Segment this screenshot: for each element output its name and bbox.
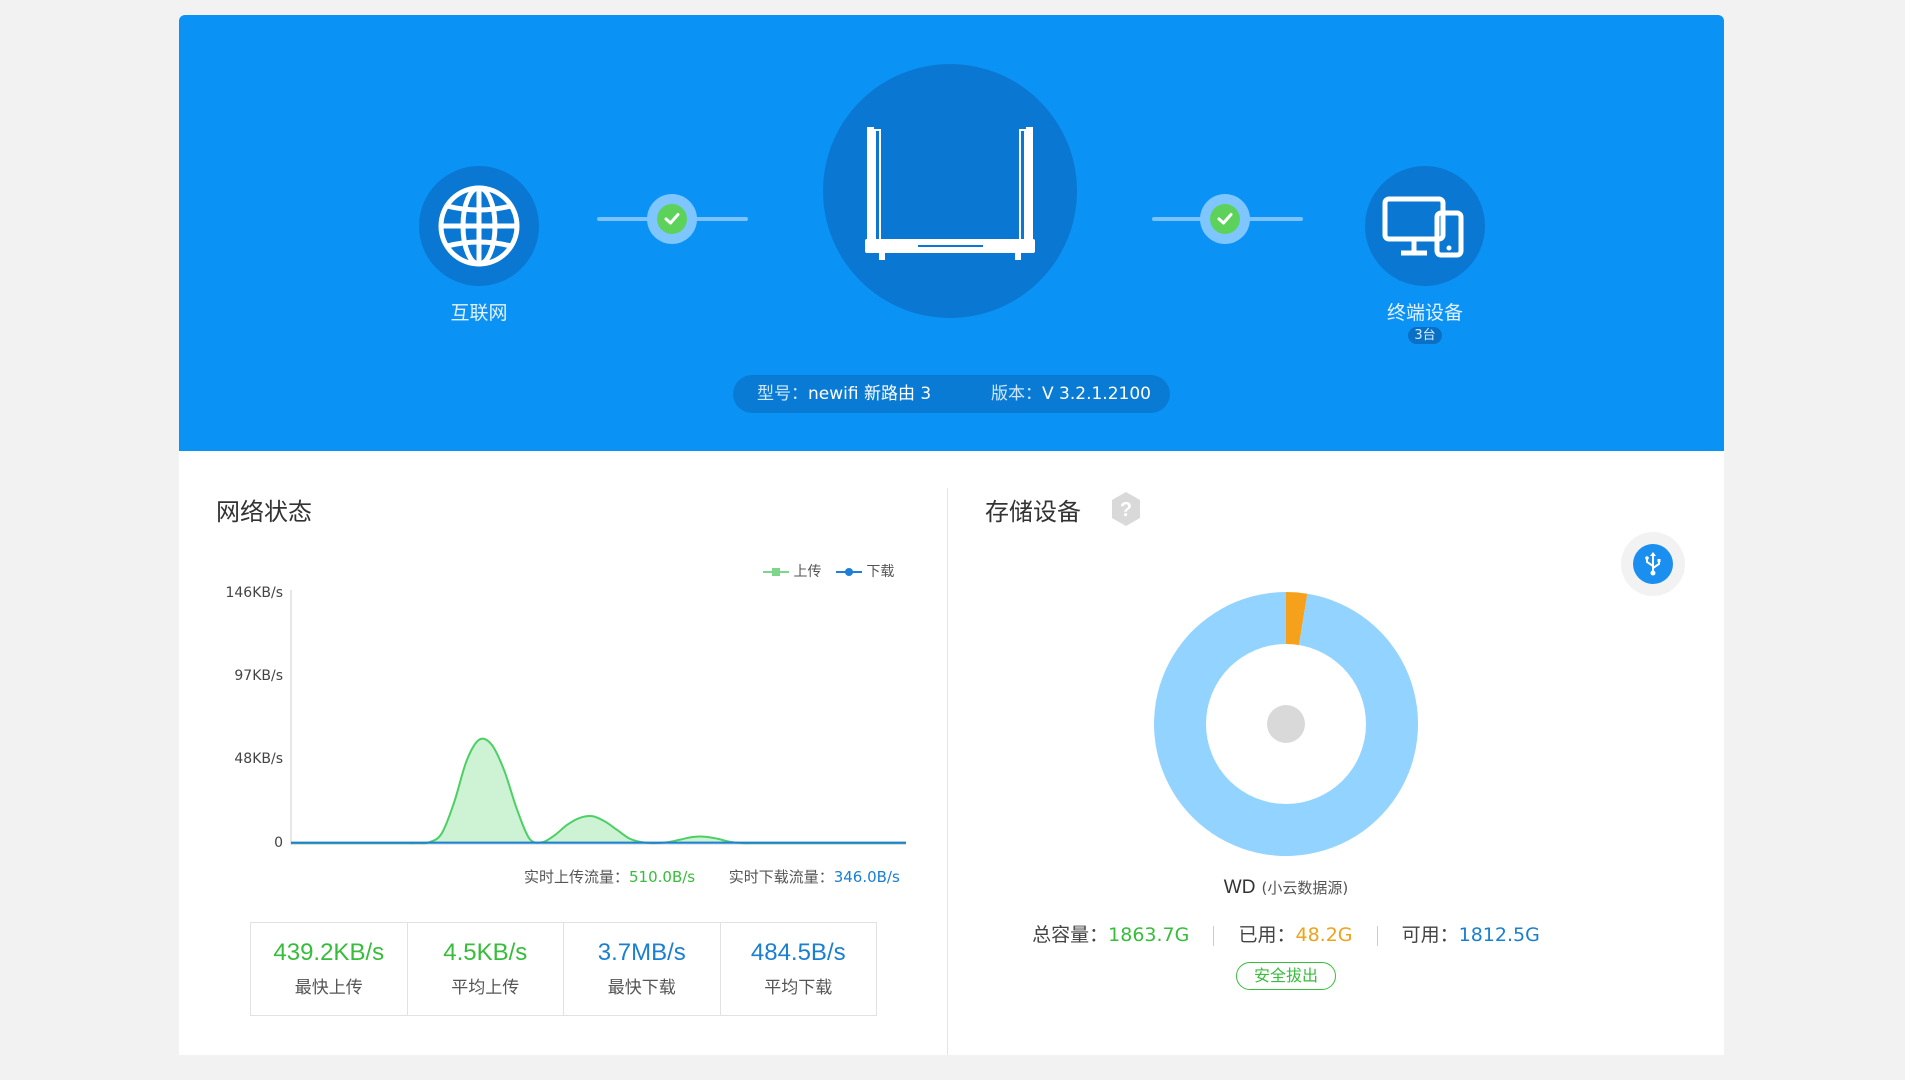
storage-device-name: WD (小云数据源)	[1086, 876, 1486, 899]
stat-label: 最快上传	[294, 978, 363, 998]
help-icon[interactable]: ?	[1110, 491, 1142, 527]
storage-title: 存储设备	[985, 498, 1081, 526]
y-tick-label: 97KB/s	[234, 668, 283, 684]
version-label: 版本：	[991, 384, 1042, 404]
devices-count-badge: 3台	[1408, 327, 1442, 344]
legend-upload-label: 上传	[793, 564, 822, 580]
rt-upload-label: 实时上传流量：	[524, 868, 630, 886]
check-icon	[664, 213, 680, 225]
used-label: 已用：	[1238, 924, 1296, 946]
connection-status-left	[647, 194, 697, 244]
globe-icon	[438, 185, 520, 267]
stat-value: 484.5B/s	[750, 939, 846, 966]
rt-download-label: 实时下载流量：	[728, 868, 834, 886]
used-value: 48.2G	[1295, 924, 1353, 946]
router-icon	[865, 127, 1035, 260]
stat-label: 平均上传	[451, 978, 520, 998]
legend-download[interactable]: 下载	[835, 564, 895, 580]
stat-value: 3.7MB/s	[597, 939, 686, 966]
donut-center-dot	[1267, 705, 1305, 743]
devices-icon	[1382, 196, 1464, 258]
separator	[1213, 925, 1215, 946]
storage-capacity-row: 总容量：1863.7G 已用：48.2G 可用：1812.5G	[1000, 920, 1572, 947]
model-label: 型号：	[757, 384, 808, 404]
device-sub: (小云数据源)	[1261, 879, 1349, 897]
y-tick-label: 0	[274, 835, 283, 851]
device-name: WD	[1223, 877, 1256, 898]
rt-upload-value: 510.0B/s	[629, 868, 696, 886]
rt-download-value: 346.0B/s	[833, 868, 900, 886]
version-info: 版本：V 3.2.1.2100	[991, 375, 1151, 413]
devices-label: 终端设备	[1386, 302, 1463, 324]
traffic-stats: 439.2KB/s 最快上传 4.5KB/s 平均上传 3.7MB/s 最快下载…	[250, 922, 877, 1016]
legend-upload[interactable]: 上传	[763, 564, 826, 580]
svg-text:?: ?	[1120, 499, 1132, 521]
devices-count-wrap: 3台	[1325, 324, 1525, 344]
devices-node[interactable]	[1365, 166, 1485, 286]
storage-donut-chart	[1154, 592, 1419, 856]
stat-max-download: 3.7MB/s 最快下载	[564, 923, 721, 1015]
legend-download-marker	[835, 568, 862, 576]
legend-upload-marker	[763, 568, 789, 576]
internet-node[interactable]	[419, 166, 539, 286]
series-area-upload	[291, 738, 906, 844]
free-value: 1812.5G	[1458, 924, 1540, 946]
router-node[interactable]	[823, 64, 1077, 318]
model-value: newifi 新路由 3	[808, 384, 932, 404]
panel-divider	[947, 488, 948, 1055]
stat-value: 439.2KB/s	[273, 939, 385, 966]
network-status-title: 网络状态	[216, 498, 312, 526]
legend-download-label: 下载	[866, 564, 895, 580]
y-tick-label: 146KB/s	[225, 585, 283, 601]
chart-legend[interactable]: 上传 下载	[763, 561, 894, 581]
stat-avg-download: 484.5B/s 平均下载	[721, 923, 877, 1015]
stat-avg-upload: 4.5KB/s 平均上传	[408, 923, 564, 1015]
realtime-traffic: 实时上传流量：510.0B/s 实时下载流量：346.0B/s	[524, 866, 900, 887]
version-value: V 3.2.1.2100	[1042, 384, 1151, 404]
internet-label: 互联网	[450, 302, 508, 324]
model-info: 型号：newifi 新路由 3	[757, 375, 931, 413]
connection-status-right	[1200, 194, 1250, 244]
traffic-chart	[290, 590, 906, 845]
stat-value: 4.5KB/s	[443, 939, 528, 966]
stat-label: 最快下载	[607, 978, 676, 998]
y-tick-label: 48KB/s	[234, 751, 283, 767]
usb-device-button[interactable]	[1621, 532, 1685, 596]
router-info-pill: 型号：newifi 新路由 3 版本：V 3.2.1.2100	[733, 375, 1170, 413]
stat-label: 平均下载	[764, 978, 833, 998]
usb-icon	[1645, 552, 1661, 576]
check-icon	[1217, 213, 1233, 225]
free-label: 可用：	[1401, 924, 1459, 946]
separator	[1376, 925, 1378, 946]
total-label: 总容量：	[1032, 924, 1109, 946]
total-value: 1863.7G	[1108, 924, 1190, 946]
safe-eject-button[interactable]: 安全拔出	[1236, 962, 1336, 990]
stat-max-upload: 439.2KB/s 最快上传	[251, 923, 408, 1015]
